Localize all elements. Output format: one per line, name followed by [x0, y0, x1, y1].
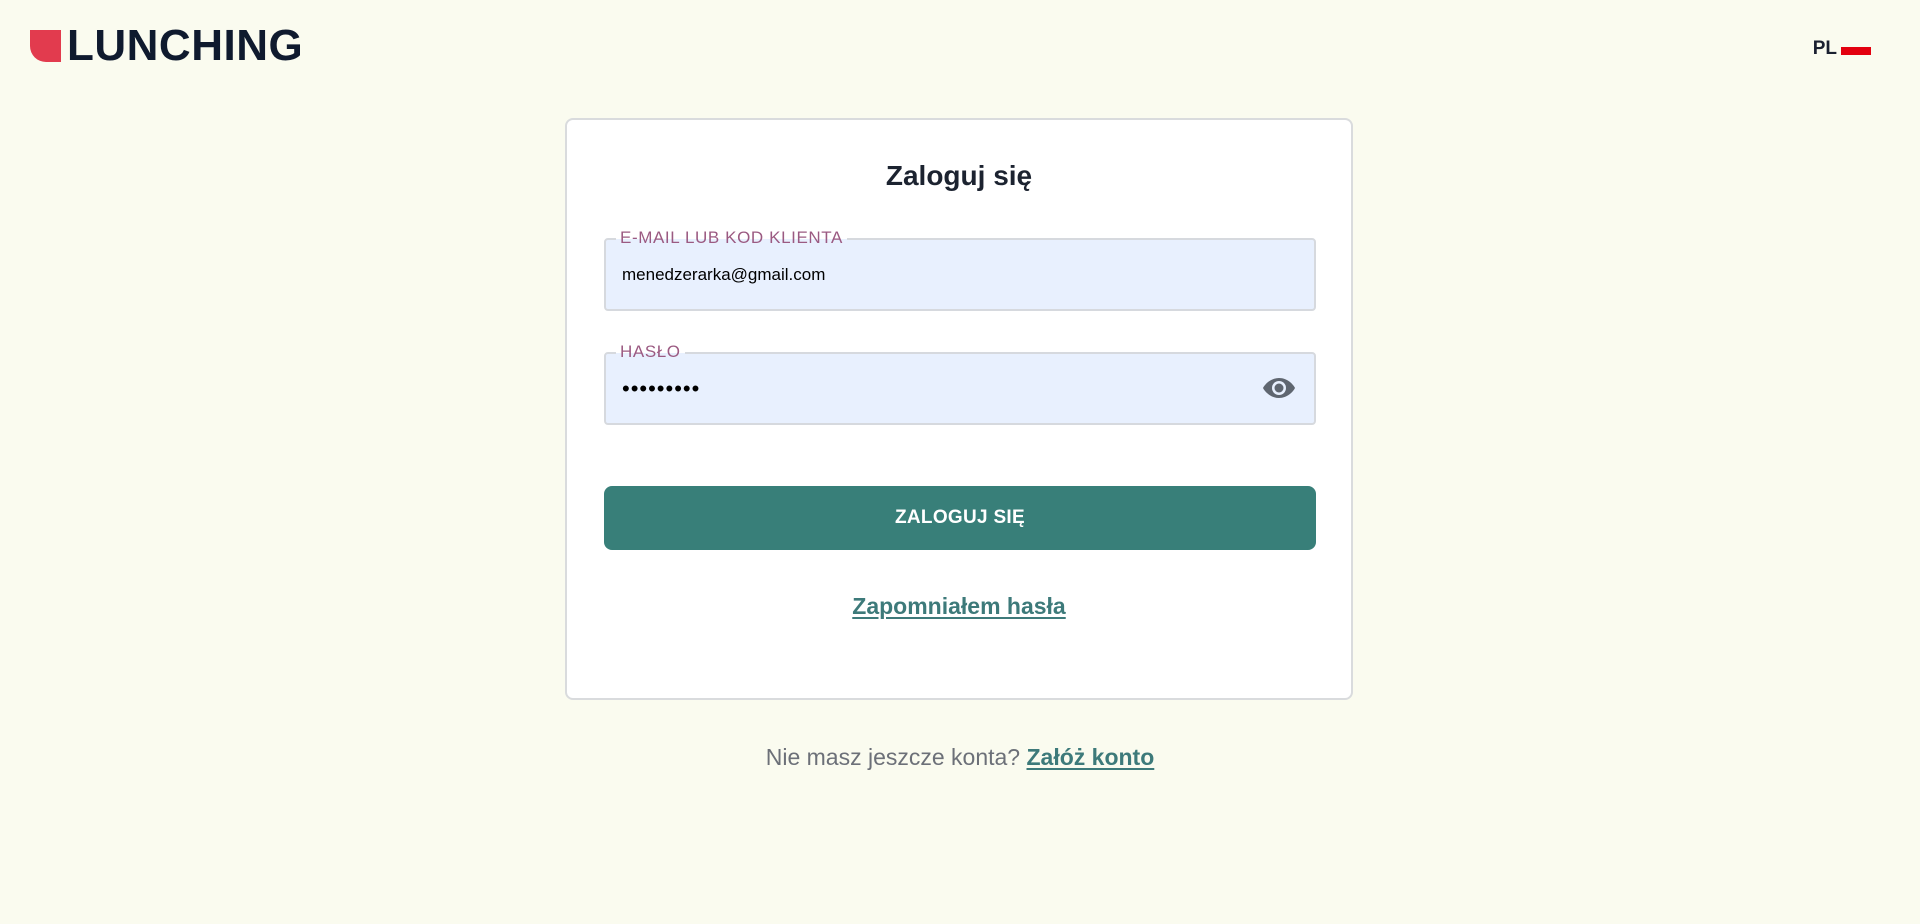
login-title: Zaloguj się — [885, 160, 1033, 191]
language-switcher[interactable]: PL — [1813, 38, 1871, 60]
login-card: Zaloguj się E-MAIL LUB KOD KLIENTA HASŁO… — [565, 118, 1353, 700]
no-account-text: Nie masz jeszcze konta? — [765, 744, 1021, 770]
email-field[interactable]: E-MAIL LUB KOD KLIENTA — [604, 227, 1316, 311]
login-button[interactable]: ZALOGUJ SIĘ — [604, 486, 1316, 550]
forgot-password-link[interactable]: Zapomniałem hasła — [852, 593, 1065, 619]
logo[interactable]: LUNCHING — [30, 21, 304, 70]
language-code: PL — [1812, 38, 1837, 59]
header: LUNCHING PL — [0, 0, 1920, 96]
register-link[interactable]: Załóż konto — [1027, 744, 1155, 770]
register-prompt: Nie masz jeszcze konta? Załóż konto — [0, 744, 1920, 771]
eye-icon[interactable] — [1262, 376, 1296, 400]
email-input[interactable] — [622, 240, 1262, 309]
password-input[interactable] — [622, 354, 1262, 423]
logo-mark-icon — [30, 30, 61, 62]
poland-flag-icon — [1841, 47, 1871, 55]
logo-text: LUNCHING — [67, 21, 304, 70]
password-field[interactable]: HASŁO — [604, 341, 1316, 425]
forgot-password-row: Zapomniałem hasła — [567, 593, 1351, 620]
